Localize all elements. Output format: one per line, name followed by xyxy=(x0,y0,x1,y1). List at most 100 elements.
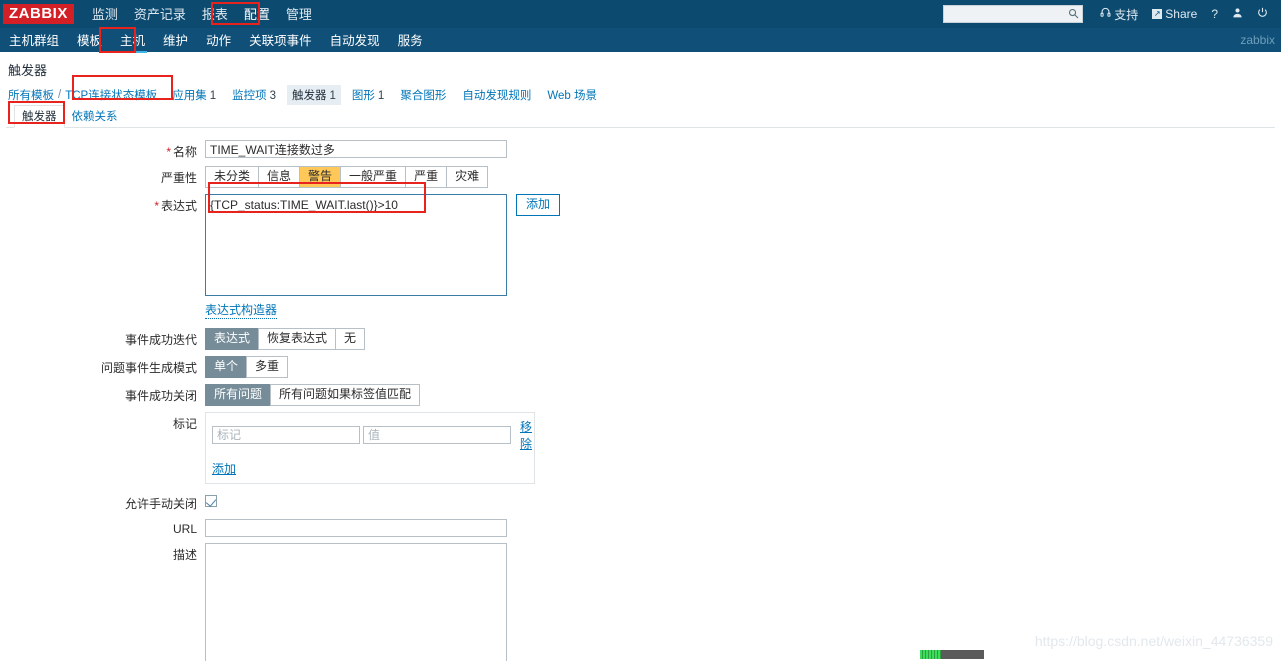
main-menu-item-administration[interactable]: 管理 xyxy=(278,0,320,29)
form-subtabs: 触发器 依赖关系 xyxy=(6,105,1275,128)
help-link[interactable]: ? xyxy=(1204,3,1225,25)
url-input[interactable] xyxy=(205,519,507,537)
entity-tab-count: 1 xyxy=(209,90,217,102)
label-expression: * 表达式 xyxy=(0,194,205,214)
tab-dependencies[interactable]: 依赖关系 xyxy=(65,106,125,127)
search-input[interactable] xyxy=(943,5,1084,23)
entity-tab-graphs[interactable]: 图形 1 xyxy=(347,85,389,105)
main-menu-item-inventory[interactable]: 资产记录 xyxy=(126,0,194,29)
label-expression-text: 表达式 xyxy=(160,199,197,213)
subnav-item-services[interactable]: 服务 xyxy=(389,27,432,53)
entity-tab-discovery-rules[interactable]: 自动发现规则 xyxy=(457,85,536,105)
label-ok-event-closes: 事件成功关闭 xyxy=(124,389,197,403)
global-search[interactable] xyxy=(943,5,1084,23)
form-row-url: URL xyxy=(0,519,1281,537)
entity-tab-label: 监控项 xyxy=(232,90,267,102)
tag-add-row: 添加 xyxy=(212,460,528,477)
entity-tab-count: 1 xyxy=(329,90,336,102)
form-row-ok-event-generation: 事件成功迭代 表达式 恢复表达式 无 xyxy=(0,328,1281,350)
user-profile-button[interactable] xyxy=(1225,3,1250,25)
label-allow-manual-close: 允许手动关闭 xyxy=(124,497,197,511)
subnav-item-hostgroups[interactable]: 主机群组 xyxy=(0,27,68,53)
control-url xyxy=(205,519,507,537)
tag-name-input[interactable] xyxy=(212,426,360,444)
severity-option-warning[interactable]: 警告 xyxy=(299,166,341,188)
user-icon xyxy=(1232,7,1243,21)
add-expression-button[interactable]: 添加 xyxy=(516,194,561,216)
severity-option-disaster[interactable]: 灾难 xyxy=(446,166,489,188)
main-menu-item-monitoring[interactable]: 监测 xyxy=(84,0,126,29)
subnav-item-actions[interactable]: 动作 xyxy=(197,27,240,53)
entity-tab-web-scenarios[interactable]: Web 场景 xyxy=(542,85,602,105)
tag-remove-link[interactable]: 移除 xyxy=(520,418,532,452)
main-header: ZABBIX 监测 资产记录 报表 配置 管理 支持 ↗ Share ? xyxy=(0,0,1281,28)
label-problem-event-mode: 问题事件生成模式 xyxy=(100,361,197,375)
entity-tab-screens[interactable]: 聚合图形 xyxy=(395,85,451,105)
severity-option-high[interactable]: 严重 xyxy=(405,166,447,188)
description-textarea[interactable] xyxy=(205,543,507,661)
tab-trigger[interactable]: 触发器 xyxy=(14,105,65,128)
subnav-item-correlation[interactable]: 关联项事件 xyxy=(240,27,321,53)
tag-value-input[interactable] xyxy=(363,426,511,444)
zabbix-logo[interactable]: ZABBIX xyxy=(3,4,74,24)
breadcrumb-current-template[interactable]: TCP连接状态模板 xyxy=(65,87,157,103)
entity-tab-label: 应用集 xyxy=(172,90,207,102)
control-problem-event-mode: 单个 多重 xyxy=(205,356,289,378)
support-label: 支持 xyxy=(1114,7,1139,22)
ok-event-closes-option-tag-match[interactable]: 所有问题如果标签值匹配 xyxy=(270,384,421,406)
main-menu-item-configuration[interactable]: 配置 xyxy=(236,0,278,29)
share-link[interactable]: ↗ Share xyxy=(1145,3,1204,25)
entity-tab-triggers[interactable]: 触发器 1 xyxy=(287,85,341,105)
form-row-problem-event-mode: 问题事件生成模式 单个 多重 xyxy=(0,356,1281,378)
entity-tab-label: 聚合图形 xyxy=(400,90,447,102)
control-expression: 添加 xyxy=(205,194,561,296)
control-allow-manual-close xyxy=(205,492,217,507)
tags-box: 移除 添加 xyxy=(205,412,535,484)
expression-constructor-link[interactable]: 表达式构造器 xyxy=(205,301,278,319)
label-spacer xyxy=(0,301,205,304)
subnav-item-discovery[interactable]: 自动发现 xyxy=(321,27,389,53)
subnav-item-hosts[interactable]: 主机 xyxy=(111,27,154,53)
entity-tab-label: 自动发现规则 xyxy=(462,90,532,102)
severity-option-not-classified[interactable]: 未分类 xyxy=(205,166,259,188)
subnav-item-maintenance[interactable]: 维护 xyxy=(154,27,197,53)
entity-tab-count: 1 xyxy=(377,90,385,102)
problem-event-mode-group: 单个 多重 xyxy=(205,356,289,378)
tag-add-link[interactable]: 添加 xyxy=(212,462,236,476)
expression-textarea[interactable] xyxy=(205,194,507,296)
trigger-name-input[interactable] xyxy=(205,140,507,158)
share-icon: ↗ xyxy=(1152,9,1163,19)
ok-event-generation-group: 表达式 恢复表达式 无 xyxy=(205,328,366,350)
form-row-name: * 名称 xyxy=(0,140,1281,160)
entity-tab-items[interactable]: 监控项 3 xyxy=(227,85,281,105)
support-link[interactable]: 支持 xyxy=(1093,2,1145,27)
breadcrumb-all-templates[interactable]: 所有模板 xyxy=(8,87,54,103)
entity-tab-label: Web 场景 xyxy=(547,90,597,102)
label-ok-event-generation: 事件成功迭代 xyxy=(124,333,197,347)
signout-button[interactable] xyxy=(1250,3,1275,25)
control-name xyxy=(205,140,507,158)
app-stage: ZABBIX 监测 资产记录 报表 配置 管理 支持 ↗ Share ? 主机群… xyxy=(0,0,1281,661)
ok-event-option-none[interactable]: 无 xyxy=(335,328,366,350)
control-expression-builder: 表达式构造器 xyxy=(205,301,278,319)
search-icon xyxy=(1068,8,1079,19)
ok-event-option-recovery-expression[interactable]: 恢复表达式 xyxy=(258,328,336,350)
severity-option-average[interactable]: 一般严重 xyxy=(340,166,406,188)
entity-tab-applications[interactable]: 应用集 1 xyxy=(167,85,221,105)
breadcrumb: 所有模板 / TCP连接状态模板 应用集 1 监控项 3 触发器 1 图形 1 聚合图形… xyxy=(0,85,1281,105)
loading-progress-fill xyxy=(920,650,941,659)
control-description xyxy=(205,543,507,661)
ok-event-option-expression[interactable]: 表达式 xyxy=(205,328,259,350)
trigger-form: *名称 严重性 未分类 信息 警告 一般严重 严重 灾难 xyxy=(0,128,1281,661)
required-marker: * xyxy=(154,199,159,213)
form-row-ok-event-closes: 事件成功关闭 所有问题 所有问题如果标签值匹配 xyxy=(0,384,1281,406)
breadcrumb-separator: / xyxy=(58,89,62,101)
ok-event-closes-option-all-problems[interactable]: 所有问题 xyxy=(205,384,271,406)
main-menu-item-reports[interactable]: 报表 xyxy=(194,0,236,29)
problem-event-option-single[interactable]: 单个 xyxy=(205,356,247,378)
problem-event-option-multiple[interactable]: 多重 xyxy=(246,356,289,378)
severity-option-information[interactable]: 信息 xyxy=(258,166,300,188)
form-row-tags: 标记 移除 添加 xyxy=(0,412,1281,484)
subnav-item-templates[interactable]: 模板 xyxy=(68,27,111,53)
allow-manual-close-checkbox[interactable] xyxy=(205,495,217,507)
